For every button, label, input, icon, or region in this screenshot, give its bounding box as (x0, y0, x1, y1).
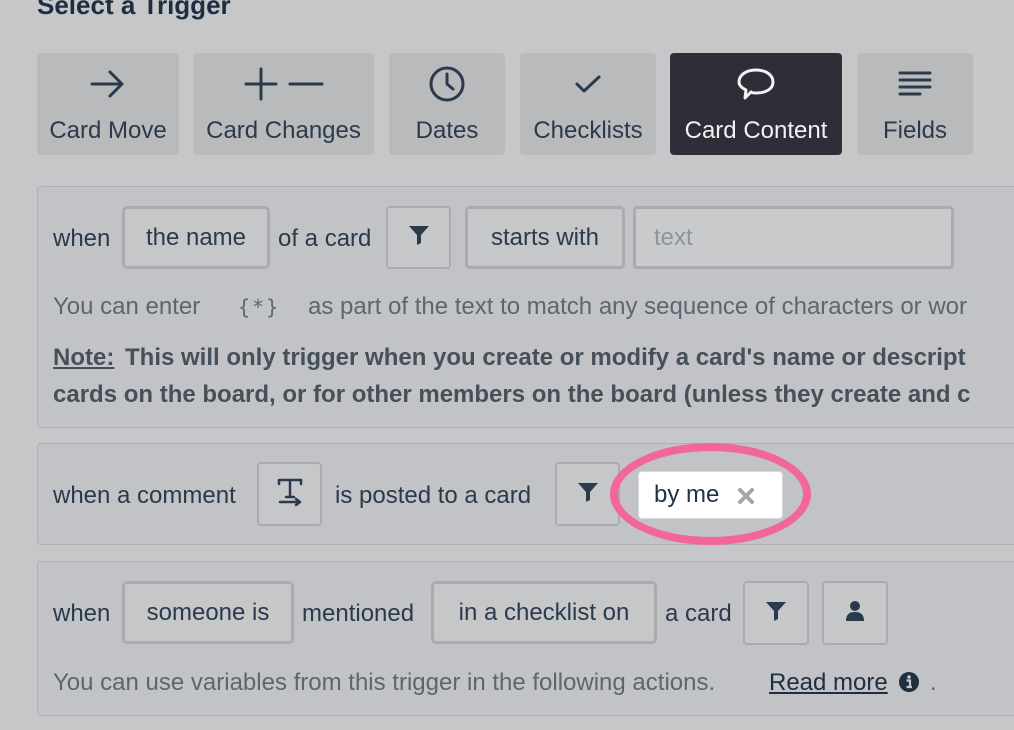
note-line-1: This will only trigger when you create o… (125, 344, 966, 371)
variables-hint: You can use variables from this trigger … (53, 669, 716, 696)
checkmark-icon (573, 61, 603, 107)
tag-label: by me (654, 481, 720, 508)
read-more-link[interactable]: Read more (769, 669, 888, 697)
tab-card-content[interactable]: Card Content (670, 53, 842, 155)
field-select-button[interactable]: the name (122, 206, 270, 269)
text-match-input[interactable] (633, 206, 954, 269)
tab-label: Card Content (684, 117, 828, 144)
filter-button[interactable] (743, 581, 809, 645)
filter-icon (408, 224, 430, 251)
hint-prefix: You can enter (53, 293, 201, 320)
tab-checklists[interactable]: Checklists (520, 53, 656, 155)
tab-label: Fields (882, 117, 948, 144)
text-format-button[interactable] (257, 462, 322, 526)
when-label: when (53, 225, 111, 252)
filter-button[interactable] (386, 206, 451, 269)
filter-icon (765, 600, 787, 627)
person-icon (845, 600, 865, 627)
wildcard-token: {*} (238, 295, 281, 319)
when-a-comment-label: when a comment (53, 482, 236, 509)
when-label: when (53, 600, 111, 627)
hint-suffix: as part of the text to match any sequenc… (308, 293, 968, 320)
member-filter-button[interactable] (822, 581, 888, 645)
location-select-button[interactable]: in a checklist on (431, 581, 657, 644)
clock-icon (428, 61, 466, 107)
speech-bubble-icon (736, 61, 776, 107)
lines-icon (898, 61, 932, 107)
period: . (930, 669, 937, 696)
tab-dates[interactable]: Dates (389, 53, 505, 155)
note-line-2: cards on the board, or for other members… (53, 381, 971, 408)
a-card-label: a card (665, 600, 732, 627)
who-select-button[interactable]: someone is (122, 581, 294, 644)
info-icon[interactable] (898, 671, 920, 698)
by-me-filter-tag[interactable]: by me (638, 471, 783, 519)
arrow-right-icon (90, 61, 126, 107)
filter-icon (577, 481, 599, 508)
page-title: Select a Trigger (37, 0, 231, 20)
note-label: Note: (53, 344, 115, 371)
is-posted-label: is posted to a card (335, 482, 532, 509)
tab-card-changes[interactable]: Card Changes (193, 53, 374, 155)
tab-fields[interactable]: Fields (857, 53, 973, 155)
tab-label: Card Move (49, 117, 167, 144)
of-a-card-label: of a card (278, 225, 372, 252)
tab-label: Checklists (533, 117, 643, 144)
tab-label: Card Changes (206, 117, 361, 144)
tab-label: Dates (415, 117, 479, 144)
mentioned-label: mentioned (302, 600, 415, 627)
text-format-icon (276, 477, 304, 512)
filter-button[interactable] (555, 462, 620, 526)
plus-minus-icon (244, 61, 324, 107)
tab-card-move[interactable]: Card Move (37, 53, 179, 155)
operator-select-button[interactable]: starts with (465, 206, 625, 269)
remove-tag-icon[interactable] (736, 485, 756, 513)
